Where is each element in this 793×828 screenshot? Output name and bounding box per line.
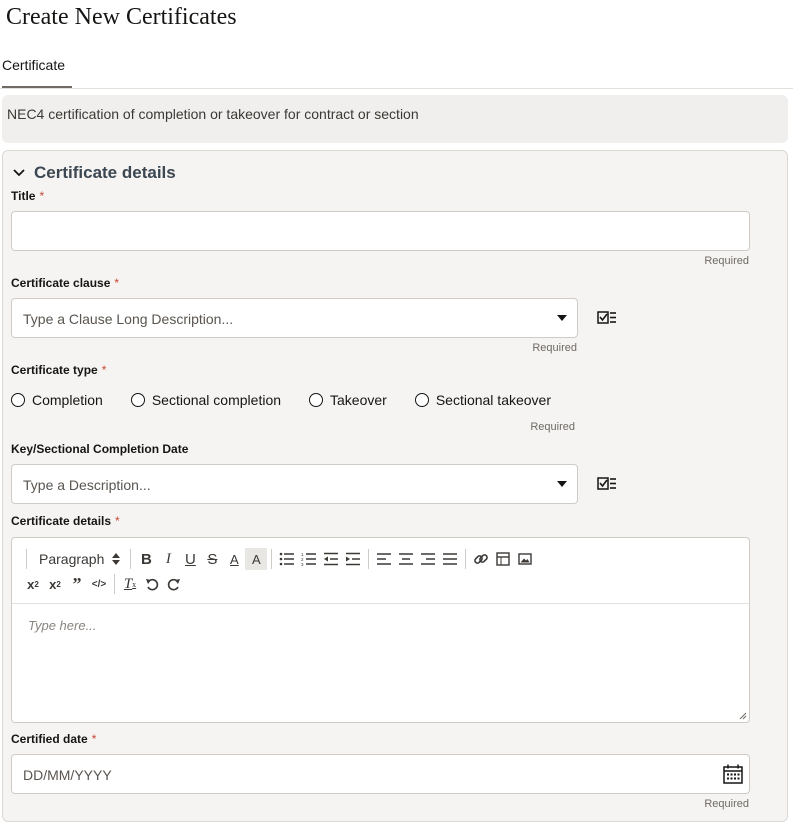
key-date-label: Key/Sectional Completion Date xyxy=(11,442,189,456)
radio-circle[interactable] xyxy=(11,393,25,407)
page-title: Create New Certificates xyxy=(6,4,237,30)
section-title: Certificate details xyxy=(34,163,176,182)
align-center-icon[interactable] xyxy=(395,548,417,570)
date-placeholder: DD/MM/YYYY xyxy=(23,767,112,783)
svg-text:3: 3 xyxy=(301,562,304,566)
redo-icon[interactable] xyxy=(163,573,185,595)
tab-certificate[interactable]: Certificate xyxy=(2,57,65,86)
updown-icon xyxy=(112,553,121,565)
required-star: * xyxy=(114,276,120,290)
link-icon[interactable] xyxy=(470,548,492,570)
paragraph-format-select[interactable]: Paragraph xyxy=(31,548,126,570)
required-star: * xyxy=(101,363,107,377)
tab-bar: Certificate xyxy=(0,50,793,89)
calendar-icon[interactable] xyxy=(723,764,743,784)
required-star: * xyxy=(91,732,97,746)
subscript-icon[interactable]: x2 xyxy=(22,573,44,595)
title-required-note: Required xyxy=(704,255,749,267)
table-icon[interactable] xyxy=(492,548,514,570)
clause-label: Certificate clause * xyxy=(11,276,120,290)
clear-format-icon[interactable]: Tx xyxy=(119,573,141,595)
superscript-icon[interactable]: x2 xyxy=(44,573,66,595)
chevron-down-icon xyxy=(13,169,25,177)
type-label: Certificate type * xyxy=(11,363,107,377)
radio-circle[interactable] xyxy=(130,393,145,407)
title-label: Title * xyxy=(11,189,45,203)
indent-icon[interactable] xyxy=(342,548,364,570)
toolbar-separator xyxy=(26,549,27,569)
caret-down-icon xyxy=(557,481,567,487)
info-banner: NEC4 certification of completion or take… xyxy=(2,95,788,143)
rich-text-editor: Paragraph B I U S A A 123 x 2 x 2 ” </> … xyxy=(11,537,750,723)
outdent-icon[interactable] xyxy=(320,548,342,570)
radio-takeover[interactable]: Takeover xyxy=(309,392,387,408)
list-select-icon[interactable] xyxy=(597,476,617,492)
tab-active-indicator xyxy=(2,86,72,88)
undo-icon[interactable] xyxy=(141,573,163,595)
toolbar-separator xyxy=(465,549,467,569)
code-icon[interactable]: </> xyxy=(88,573,110,595)
list-select-icon[interactable] xyxy=(597,310,617,326)
radio-circle[interactable] xyxy=(414,393,429,407)
highlight-icon[interactable]: A xyxy=(245,548,268,570)
align-right-icon[interactable] xyxy=(417,548,439,570)
certified-date-input[interactable]: DD/MM/YYYY xyxy=(11,754,750,794)
radio-sectional-completion[interactable]: Sectional completion xyxy=(130,392,281,408)
key-date-select[interactable]: Type a Description... xyxy=(11,464,578,504)
bullet-list-icon[interactable] xyxy=(276,548,298,570)
align-justify-icon[interactable] xyxy=(439,548,461,570)
rte-toolbar: Paragraph B I U S A A 123 x 2 x 2 ” </> … xyxy=(12,538,749,604)
clause-select[interactable]: Type a Clause Long Description... xyxy=(11,298,578,338)
title-input[interactable] xyxy=(11,211,750,251)
underline-icon[interactable]: U xyxy=(179,548,201,570)
strikethrough-icon[interactable]: S xyxy=(201,548,223,570)
radio-circle[interactable] xyxy=(309,393,324,407)
toolbar-separator xyxy=(368,549,370,569)
align-left-icon[interactable] xyxy=(373,548,395,570)
clause-required-note: Required xyxy=(532,342,577,354)
certified-date-label: Certified date * xyxy=(11,732,97,746)
certified-date-required-note: Required xyxy=(704,798,749,810)
key-date-placeholder: Type a Description... xyxy=(23,477,151,493)
toolbar-separator xyxy=(130,549,132,569)
certificate-type-radio-group: Completion Sectional completion Takeover… xyxy=(11,392,551,408)
numbered-list-icon[interactable]: 123 xyxy=(298,548,320,570)
details-label: Certificate details * xyxy=(11,514,120,528)
radio-sectional-takeover[interactable]: Sectional takeover xyxy=(414,392,551,408)
clause-placeholder: Type a Clause Long Description... xyxy=(23,311,234,327)
section-toggle[interactable]: Certificate details xyxy=(12,163,176,183)
caret-down-icon xyxy=(557,315,567,321)
toolbar-separator xyxy=(271,549,273,569)
resize-handle-icon[interactable] xyxy=(739,712,747,720)
type-required-note: Required xyxy=(530,421,575,433)
bold-icon[interactable]: B xyxy=(135,548,157,570)
certificate-details-section: Certificate details Title * Required Cert… xyxy=(2,150,788,822)
required-star: * xyxy=(39,189,45,203)
rte-content-area[interactable]: Type here... xyxy=(28,618,96,633)
text-color-icon[interactable]: A xyxy=(223,548,245,570)
required-star: * xyxy=(115,514,120,528)
toolbar-separator xyxy=(114,574,115,594)
blockquote-icon[interactable]: ” xyxy=(66,573,88,595)
radio-completion[interactable]: Completion xyxy=(11,392,103,408)
image-icon[interactable] xyxy=(514,548,536,570)
italic-icon[interactable]: I xyxy=(157,548,179,570)
